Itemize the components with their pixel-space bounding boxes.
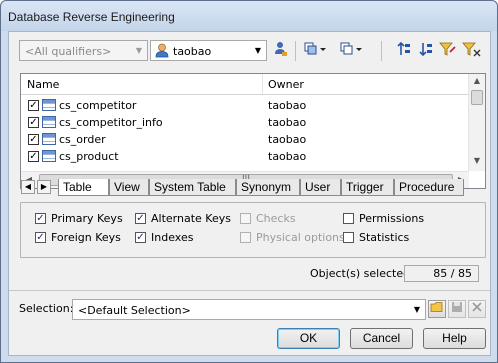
chevron-down-icon: ▼ [135,46,143,55]
row-checkbox[interactable]: ✓ [28,134,39,145]
user-icon [155,43,169,58]
foreign-keys-option[interactable]: ✓ Foreign Keys [35,231,135,245]
column-header-name[interactable]: Name [27,78,59,91]
foreign-keys-checkbox[interactable]: ✓ [35,232,46,243]
physical-options-option: Physical options [240,231,345,245]
statistics-label: Statistics [359,231,410,244]
tab-trigger[interactable]: Trigger [341,179,394,196]
column-header-owner[interactable]: Owner [268,78,304,91]
tab-synonym[interactable]: Synonym [236,179,300,196]
row-owner: taobao [268,99,307,112]
row-name: cs_competitor_info [59,116,163,129]
indexes-label: Indexes [151,231,194,244]
dialog-window: Database Reverse Engineering <All qualif… [0,0,498,363]
alternate-keys-option[interactable]: ✓ Alternate Keys [135,212,235,226]
row-checkbox[interactable]: ✓ [28,100,39,111]
tab-view[interactable]: View [109,179,149,196]
title-bar[interactable]: Database Reverse Engineering [1,1,497,31]
physical-options-label: Physical options [256,231,345,244]
physical-options-checkbox [240,232,251,243]
row-name: cs_product [59,150,119,163]
checks-checkbox [240,213,251,224]
statistics-checkbox[interactable] [343,232,354,243]
clear-filter-icon[interactable] [462,41,482,61]
list-header: Name Owner [21,74,469,95]
deselect-all-icon[interactable] [339,41,365,61]
chevron-down-icon: ▼ [254,46,262,55]
column-divider[interactable] [262,74,263,94]
checks-option: Checks [240,212,340,226]
vertical-scrollbar[interactable]: ▲ ▼ [468,74,485,171]
chevron-down-icon: ▼ [413,305,421,314]
alternate-keys-label: Alternate Keys [151,212,231,225]
tab-table[interactable]: Table [58,179,109,196]
checks-label: Checks [256,212,296,225]
selection-combo-text: <Default Selection> [78,304,191,317]
indexes-checkbox[interactable]: ✓ [135,232,146,243]
row-owner: taobao [268,150,307,163]
qualifier-combo-text: <All qualifiers> [25,45,112,58]
sort-descending-icon[interactable] [418,41,434,61]
sort-ascending-icon[interactable] [396,41,412,61]
toolbar-separator [381,41,382,61]
scroll-up-icon[interactable]: ▲ [469,76,485,85]
vertical-scroll-thumb[interactable] [471,90,483,105]
tab-procedure[interactable]: Procedure [394,179,464,196]
row-name: cs_competitor [59,99,137,112]
table-icon [42,116,56,128]
row-owner: taobao [268,116,307,129]
objects-selected-count: 85 / 85 [404,265,479,282]
window-title: Database Reverse Engineering [8,10,175,24]
table-icon [42,150,56,162]
indexes-option[interactable]: ✓ Indexes [135,231,235,245]
alternate-keys-checkbox[interactable]: ✓ [135,213,146,224]
help-button[interactable]: Help [423,328,486,349]
delete-icon [468,300,486,318]
permissions-checkbox[interactable] [343,213,354,224]
primary-keys-label: Primary Keys [51,212,123,225]
primary-keys-option[interactable]: ✓ Primary Keys [35,212,135,226]
tab-user[interactable]: User [300,179,341,196]
objects-selected-label: Object(s) selected: [310,267,414,280]
foreign-keys-label: Foreign Keys [51,231,121,244]
cancel-button[interactable]: Cancel [350,328,413,349]
table-row[interactable]: ✓ cs_product taobao [21,148,469,165]
ok-button[interactable]: OK [277,328,340,349]
filter-icon[interactable] [439,41,457,61]
tab-scroll-right-icon[interactable]: ▶ [37,180,51,194]
qualifier-combo: <All qualifiers> ▼ [19,40,148,61]
object-type-tabs: ◀ ▶ Table View System Table Synonym User… [20,179,486,196]
permissions-option[interactable]: Permissions [343,212,443,226]
selection-combo[interactable]: <Default Selection> ▼ [72,299,426,320]
tab-scroll-left-icon[interactable]: ◀ [21,180,35,194]
dialog-body: <All qualifiers> ▼ taobao ▼ Name Owner ✓… [8,31,491,356]
table-icon [42,133,56,145]
user-select-icon[interactable] [273,41,289,61]
row-checkbox[interactable]: ✓ [28,117,39,128]
table-row[interactable]: ✓ cs_order taobao [21,131,469,148]
scroll-down-icon[interactable]: ▼ [469,156,485,165]
row-owner: taobao [268,133,307,146]
table-icon [42,99,56,111]
selection-label: Selection: [19,302,74,315]
tab-system-table[interactable]: System Table [149,179,236,196]
open-folder-icon[interactable] [428,300,446,318]
owner-combo-text: taobao [173,45,212,58]
select-all-icon[interactable] [303,41,329,61]
reverse-options-group: ✓ Primary Keys ✓ Foreign Keys ✓ Alternat… [20,202,486,258]
row-name: cs_order [59,133,106,146]
table-row[interactable]: ✓ cs_competitor_info taobao [21,114,469,131]
object-list[interactable]: Name Owner ✓ cs_competitor taobao ✓ cs_c… [20,73,486,189]
statistics-option[interactable]: Statistics [343,231,443,245]
toolbar-separator [295,41,296,61]
permissions-label: Permissions [359,212,425,225]
table-row[interactable]: ✓ cs_competitor taobao [21,97,469,114]
save-icon [448,300,466,318]
row-checkbox[interactable]: ✓ [28,151,39,162]
divider [9,290,490,291]
primary-keys-checkbox[interactable]: ✓ [35,213,46,224]
owner-combo[interactable]: taobao ▼ [150,40,267,61]
